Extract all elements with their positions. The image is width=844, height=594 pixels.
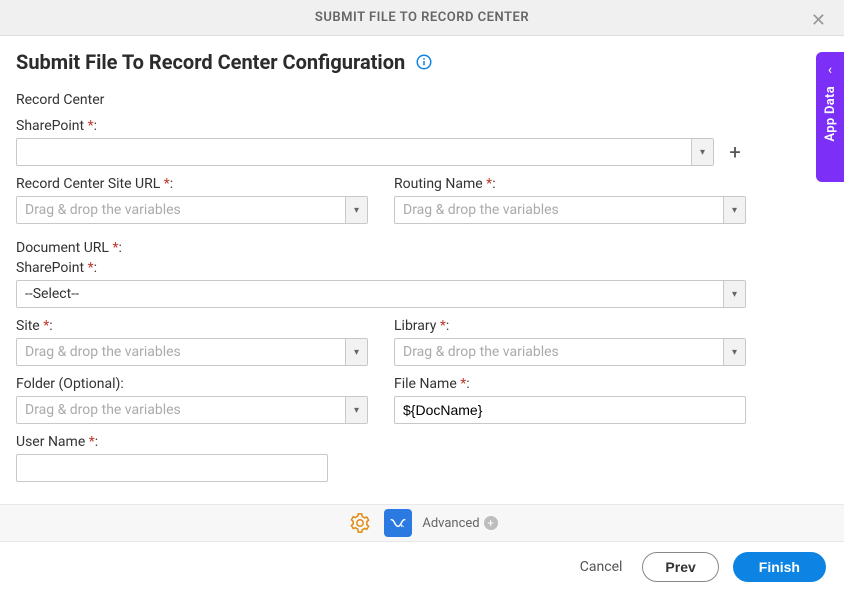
- chevron-left-icon: ‹: [828, 62, 832, 78]
- record-center-site-url-label: Record Center Site URL *:: [16, 176, 368, 192]
- chevron-down-icon: ▾: [345, 397, 367, 423]
- filename-label: File Name *:: [394, 376, 746, 392]
- prev-button[interactable]: Prev: [642, 552, 718, 582]
- sharepoint-label: SharePoint *:: [16, 118, 746, 134]
- folder-select-text: Drag & drop the variables: [17, 402, 345, 418]
- dialog-title: SUBMIT FILE TO RECORD CENTER: [315, 10, 529, 25]
- folder-select[interactable]: Drag & drop the variables ▾: [16, 396, 368, 424]
- folder-label: Folder (Optional):: [16, 376, 368, 392]
- info-icon[interactable]: [415, 53, 433, 71]
- close-icon[interactable]: ✕: [805, 8, 832, 33]
- chevron-down-icon: ▾: [723, 197, 745, 223]
- sharepoint2-label: SharePoint *:: [16, 260, 746, 276]
- site-label: Site *:: [16, 318, 368, 334]
- sharepoint2-select[interactable]: --Select-- ▾: [16, 280, 746, 308]
- action-bar: Cancel Prev Finish: [0, 546, 844, 588]
- routing-name-select[interactable]: Drag & drop the variables ▾: [394, 196, 746, 224]
- filename-input[interactable]: [394, 396, 746, 424]
- username-label: User Name *:: [16, 434, 746, 450]
- document-url-label: Document URL *:: [16, 240, 746, 256]
- routing-name-label: Routing Name *:: [394, 176, 746, 192]
- library-select[interactable]: Drag & drop the variables ▾: [394, 338, 746, 366]
- add-sharepoint-icon[interactable]: +: [724, 140, 746, 164]
- chevron-down-icon: ▾: [345, 197, 367, 223]
- toolbar: Advanced +: [0, 504, 844, 542]
- site-select[interactable]: Drag & drop the variables ▾: [16, 338, 368, 366]
- sharepoint-select[interactable]: ▾: [16, 138, 714, 166]
- cancel-button[interactable]: Cancel: [574, 553, 629, 581]
- site-select-text: Drag & drop the variables: [17, 344, 345, 360]
- chevron-down-icon: ▾: [723, 281, 745, 307]
- chevron-down-icon: ▾: [691, 139, 713, 165]
- library-label: Library *:: [394, 318, 746, 334]
- username-input[interactable]: [16, 454, 328, 482]
- app-data-label: App Data: [823, 86, 838, 142]
- record-center-site-url-select[interactable]: Drag & drop the variables ▾: [16, 196, 368, 224]
- record-center-site-url-text: Drag & drop the variables: [17, 202, 345, 218]
- sharepoint2-select-text: --Select--: [17, 286, 723, 302]
- advanced-toggle[interactable]: Advanced +: [422, 516, 497, 531]
- flow-button[interactable]: [384, 509, 412, 537]
- chevron-down-icon: ▾: [345, 339, 367, 365]
- flow-icon: [388, 513, 408, 533]
- plus-circle-icon: +: [484, 516, 498, 530]
- finish-button[interactable]: Finish: [733, 552, 826, 582]
- routing-name-text: Drag & drop the variables: [395, 202, 723, 218]
- chevron-down-icon: ▾: [723, 339, 745, 365]
- settings-button[interactable]: [346, 509, 374, 537]
- app-data-tab[interactable]: ‹ App Data: [816, 52, 844, 182]
- library-select-text: Drag & drop the variables: [395, 344, 723, 360]
- record-center-section-label: Record Center: [16, 92, 746, 108]
- dialog-content: Submit File To Record Center Configurati…: [0, 36, 844, 488]
- gear-icon: [349, 512, 371, 534]
- page-title: Submit File To Record Center Configurati…: [16, 50, 405, 74]
- dialog-header: SUBMIT FILE TO RECORD CENTER ✕: [0, 0, 844, 36]
